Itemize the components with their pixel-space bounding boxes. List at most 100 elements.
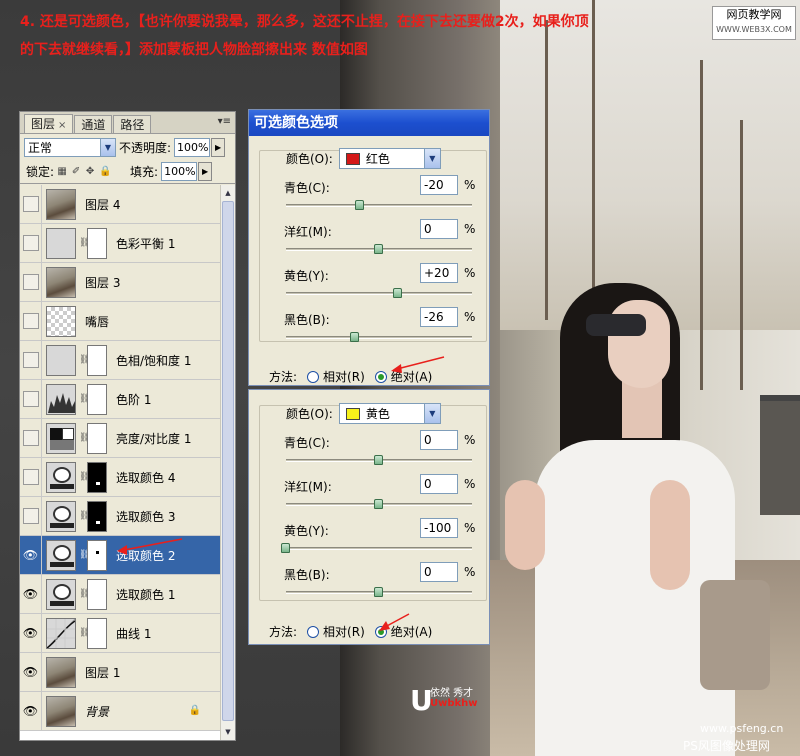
layer-row[interactable]: ⛓ 色彩平衡 1 (20, 223, 221, 263)
slider-value-input[interactable]: -100 (420, 518, 458, 538)
slider-knob[interactable] (374, 587, 383, 597)
layer-mask-thumbnail[interactable] (87, 617, 107, 649)
layer-thumbnail[interactable] (46, 188, 76, 220)
eye-off-box[interactable] (22, 469, 39, 485)
layer-thumbnail[interactable] (46, 266, 76, 298)
slider-value-input[interactable]: 0 (420, 474, 458, 494)
layer-list-scrollbar[interactable]: ▲ ▼ (220, 185, 235, 740)
scroll-down-icon[interactable]: ▼ (222, 725, 234, 739)
layer-mask-thumbnail[interactable] (87, 383, 107, 415)
visibility-toggle[interactable] (20, 379, 42, 419)
fill-arrow-button[interactable]: ▶ (198, 162, 213, 181)
layer-thumbnail[interactable] (46, 227, 76, 259)
tab-channels[interactable]: 通道 (74, 115, 113, 133)
slider-track[interactable] (286, 204, 472, 207)
chain-link-icon[interactable]: ⛓ (79, 472, 90, 482)
eye-icon[interactable]: 👁 (23, 665, 38, 679)
layer-mask-thumbnail[interactable] (87, 539, 107, 571)
layer-thumbnail[interactable] (46, 422, 76, 454)
fill-input[interactable]: 100% (161, 162, 198, 181)
layer-row[interactable]: 图层 4 (20, 185, 221, 224)
eye-icon[interactable]: 👁 (23, 704, 38, 718)
slider-value-input[interactable]: -20 (420, 175, 458, 195)
visibility-toggle[interactable] (20, 301, 42, 341)
color-select[interactable]: 黄色 ▼ (338, 403, 441, 424)
chain-link-icon[interactable]: ⛓ (79, 238, 90, 248)
eye-off-box[interactable] (22, 508, 39, 524)
chain-link-icon[interactable]: ⛓ (79, 355, 90, 365)
layer-row[interactable]: 👁 ⛓ 选取颜色 1 (20, 574, 221, 614)
lock-transparency-icon[interactable]: ▦ (57, 166, 67, 177)
layer-row[interactable]: 图层 3 (20, 262, 221, 302)
visibility-toggle[interactable]: 👁 (20, 691, 42, 731)
eye-off-box[interactable] (22, 352, 39, 368)
visibility-toggle[interactable] (20, 496, 42, 536)
layer-mask-thumbnail[interactable] (87, 461, 107, 493)
visibility-toggle[interactable] (20, 223, 42, 263)
slider-track[interactable] (286, 336, 472, 339)
radio-absolute[interactable] (374, 370, 387, 383)
layer-row[interactable]: ⛓ 色阶 1 (20, 379, 221, 419)
eye-off-box[interactable] (22, 235, 39, 251)
visibility-toggle[interactable] (20, 457, 42, 497)
visibility-toggle[interactable] (20, 262, 42, 302)
slider-knob[interactable] (349, 332, 359, 342)
visibility-toggle[interactable] (20, 185, 42, 224)
layer-row[interactable]: 👁 图层 1 (20, 652, 221, 692)
layer-thumbnail[interactable] (46, 344, 76, 376)
layer-thumbnail[interactable] (46, 305, 76, 337)
slider-knob[interactable] (392, 288, 402, 298)
scroll-thumb[interactable] (222, 201, 234, 721)
visibility-toggle[interactable]: 👁 (20, 535, 42, 575)
opacity-input[interactable]: 100% (174, 137, 211, 157)
visibility-toggle[interactable]: 👁 (20, 652, 42, 692)
layer-thumbnail[interactable] (46, 695, 76, 727)
chain-link-icon[interactable]: ⛓ (79, 394, 90, 404)
layer-thumbnail[interactable] (46, 461, 76, 493)
eye-off-box[interactable] (22, 313, 39, 329)
eye-off-box[interactable] (22, 196, 39, 212)
radio-relative-label[interactable]: 相对(R) (323, 623, 365, 640)
slider-knob[interactable] (374, 244, 383, 254)
eye-icon[interactable]: 👁 (23, 626, 38, 640)
tab-layers[interactable]: 图层 × (24, 114, 74, 133)
eye-off-box[interactable] (22, 274, 39, 290)
opacity-arrow-button[interactable]: ▶ (211, 137, 226, 157)
layer-mask-thumbnail[interactable] (87, 227, 107, 259)
slider-knob[interactable] (374, 455, 383, 465)
chain-link-icon[interactable]: ⛓ (79, 628, 90, 638)
radio-relative-label[interactable]: 相对(R) (323, 368, 365, 385)
layer-mask-thumbnail[interactable] (87, 422, 107, 454)
chain-link-icon[interactable]: ⛓ (79, 589, 90, 599)
layer-row[interactable]: ⛓ 选取颜色 3 (20, 496, 221, 536)
layer-mask-thumbnail[interactable] (87, 344, 107, 376)
eye-off-box[interactable] (22, 430, 39, 446)
slider-track[interactable] (286, 547, 472, 550)
slider-value-input[interactable]: +20 (420, 263, 458, 283)
layer-row[interactable]: 👁 ⛓ 曲线 1 (20, 613, 221, 653)
layer-thumbnail[interactable] (46, 656, 76, 688)
chain-link-icon[interactable]: ⛓ (79, 433, 90, 443)
visibility-toggle[interactable] (20, 418, 42, 458)
slider-value-input[interactable]: -26 (420, 307, 458, 327)
visibility-toggle[interactable]: 👁 (20, 574, 42, 614)
slider-knob[interactable] (281, 543, 290, 553)
layer-mask-thumbnail[interactable] (87, 578, 107, 610)
radio-relative[interactable] (307, 370, 320, 383)
chevron-down-icon[interactable]: ▼ (100, 138, 115, 156)
slider-value-input[interactable]: 0 (420, 562, 458, 582)
slider-knob[interactable] (355, 200, 365, 210)
layer-thumbnail[interactable] (46, 539, 76, 571)
layer-thumbnail[interactable] (46, 617, 76, 649)
eye-off-box[interactable] (22, 391, 39, 407)
layer-row[interactable]: 嘴唇 (20, 301, 221, 341)
eye-icon[interactable]: 👁 (23, 548, 38, 562)
lock-image-icon[interactable]: ✐ (71, 166, 81, 177)
blend-mode-select[interactable]: 正常 ▼ (24, 137, 116, 157)
layer-row[interactable]: 👁 背景 🔒 (20, 691, 221, 731)
slider-track[interactable] (286, 292, 472, 295)
slider-value-input[interactable]: 0 (420, 219, 458, 239)
eye-icon[interactable]: 👁 (23, 587, 38, 601)
close-icon[interactable]: × (58, 120, 66, 131)
layer-row[interactable]: ⛓ 亮度/对比度 1 (20, 418, 221, 458)
